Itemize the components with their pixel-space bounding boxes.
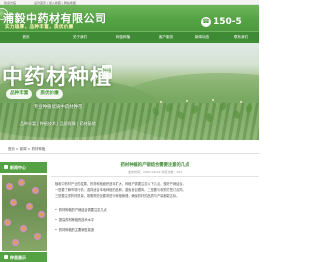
breadcrumb: 首页 > 新闻 > 药材种植 — [8, 147, 46, 151]
hero-banner: 中药材种植 种植 品种丰富 质优价廉 专业种植优质中药材种苗 品种丰富 | 种植… — [0, 43, 259, 140]
banner-badge: 质优价廉 — [36, 89, 63, 99]
phone-icon: ☎ — [201, 17, 211, 27]
plants-decoration — [148, 97, 259, 140]
article: 药材种植的产销结合需要注意的几点 发布时间：2020-06-09 浏览次数：16… — [51, 162, 259, 262]
article-bullet[interactable]: 药材种植的主要销售渠道 — [55, 227, 94, 232]
sidebar-section-title[interactable]: 新闻中心 — [10, 165, 26, 171]
sidebar-section-title[interactable]: 种苗展示 — [10, 255, 26, 261]
divider — [51, 176, 259, 177]
site-header: 浦毅中药材有限公司 实力雄厚，品种丰富，质优价廉 ☎ 150-5 — [0, 5, 259, 31]
divider — [0, 153, 259, 154]
breadcrumb-news[interactable]: 新闻 — [20, 147, 27, 151]
article-paragraph: 一是要了解市场行情，选择适合本地种植的品种，避免盲目跟风。二是要与收购方签订合同… — [55, 188, 186, 192]
article-title: 药材种植的产销结合需要注意的几点 — [120, 163, 190, 168]
square-icon — [4, 255, 8, 259]
article-paragraph: 三是要注重药材质量，按照规范化要求进行种植管理，确保药材的品质与产量都能达标。 — [55, 194, 180, 198]
sidebar-section-header: 新闻中心 — [0, 162, 47, 173]
article-paragraph: 随着中药材产业的发展，药材种植面积逐年扩大，种植户需要注意以下几点，做好产销结合… — [55, 182, 186, 186]
sidebar-flower-photo[interactable] — [2, 175, 47, 251]
sidebar-section-header: 种苗展示 — [0, 252, 47, 262]
sidebar: 新闻中心 种苗展示 — [0, 162, 47, 262]
top-links[interactable]: 设为首页 | 加入收藏 | 网站地图 — [34, 1, 76, 5]
breadcrumb-home[interactable]: 首页 — [8, 147, 15, 151]
welcome-text: 欢迎光临 — [4, 0, 17, 5]
banner-title: 中药材种植 — [2, 64, 112, 89]
article-bullet[interactable]: 提高药材种植的技术水平 — [55, 217, 94, 222]
banner-badges: 品种丰富 质优价廉 — [6, 89, 66, 99]
main-nav: 首页 关于我们 种苗种植 客户服务 新闻动态 联系我们 — [0, 31, 259, 43]
article-meta: 发布时间：2020-06-09 浏览次数：162 — [127, 170, 183, 174]
breadcrumb-current[interactable]: 药材种植 — [32, 147, 46, 151]
banner-tags: 品种丰富 | 种植技术 | 品质保障 | 药材基地 — [20, 121, 96, 126]
banner-seal: 种植 — [102, 65, 112, 79]
banner-subtitle: 专业种植优质中药材种苗 — [34, 105, 83, 110]
slogan: 实力雄厚，品种丰富，质优价廉 — [5, 25, 74, 30]
square-icon — [4, 165, 8, 169]
article-bullet[interactable]: 药材种植的产销结合需要注意几点 — [55, 207, 107, 212]
banner-badge: 品种丰富 — [6, 89, 33, 99]
phone-number: 150-5 — [213, 17, 242, 27]
